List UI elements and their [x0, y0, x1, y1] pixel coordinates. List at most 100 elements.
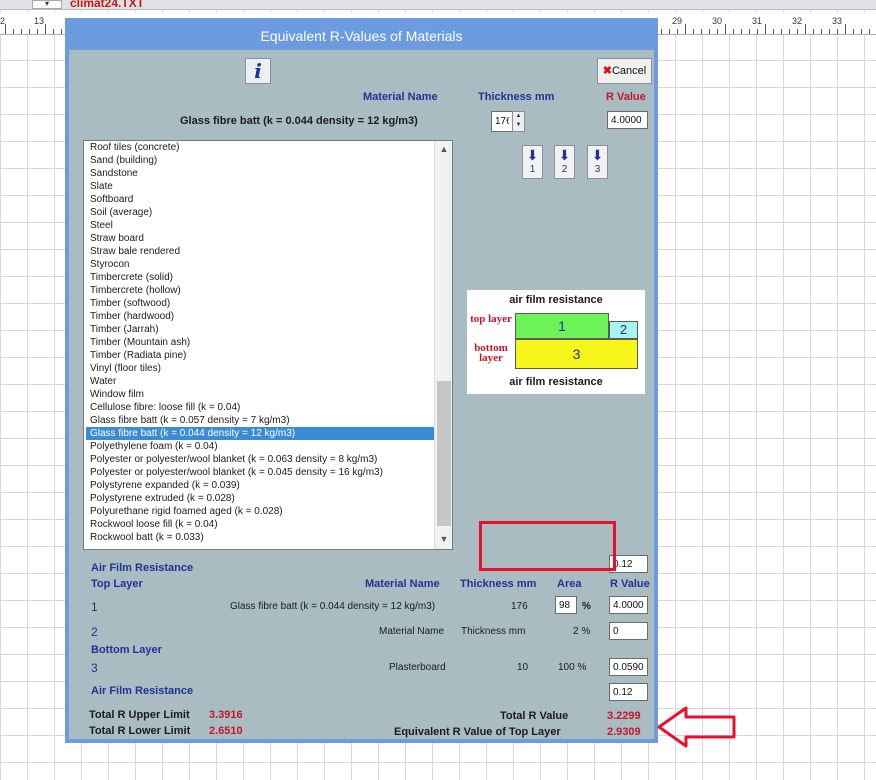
- highlight-box: [479, 521, 616, 571]
- row-1-r-value-input[interactable]: [609, 596, 648, 614]
- list-item[interactable]: Softboard: [86, 193, 434, 206]
- thickness-spinner[interactable]: ▲ ▼: [512, 111, 525, 132]
- diagram-bottom-caption: air film resistance: [509, 376, 603, 388]
- row-2-r-value-input[interactable]: [609, 622, 648, 640]
- info-button[interactable]: i: [245, 58, 271, 84]
- list-item[interactable]: Sandstone: [86, 167, 434, 180]
- air-film-top-label: Air Film Resistance: [91, 562, 194, 574]
- layer-2-button[interactable]: ⬇ 2: [554, 145, 575, 179]
- chevron-down-icon: ▾: [44, 0, 49, 8]
- materials-listbox[interactable]: Roof tiles (concrete) Sand (building) Sand…: [83, 140, 453, 550]
- row-1-material: Glass fibre batt (k = 0.044 density = 12…: [230, 601, 436, 612]
- spin-up-icon[interactable]: ▲: [513, 112, 524, 121]
- list-item[interactable]: Polyethylene foam (k = 0.04): [86, 440, 434, 453]
- spin-down-icon[interactable]: ▼: [513, 121, 524, 130]
- layer-button-label: 2: [561, 164, 568, 175]
- scroll-down-icon[interactable]: ▼: [435, 531, 452, 547]
- list-item[interactable]: Timber (Radiata pine): [86, 349, 434, 362]
- list-item[interactable]: Straw board: [86, 232, 434, 245]
- scroll-up-icon[interactable]: ▲: [435, 141, 452, 157]
- layer-3-button[interactable]: ⬇ 3: [587, 145, 608, 179]
- ruler-tick: [773, 29, 774, 34]
- list-item[interactable]: Cellulose fibre: loose fill (k = 0.04): [86, 401, 434, 414]
- list-item[interactable]: Sand (building): [86, 154, 434, 167]
- ruler-tick: [13, 29, 14, 34]
- total-upper-value: 3.3916: [209, 709, 243, 721]
- r-values-dialog: Equivalent R-Values of Materials i ✖Canc…: [65, 18, 658, 743]
- list-item[interactable]: Soil (average): [86, 206, 434, 219]
- diagram-box-3: 3: [515, 339, 638, 369]
- ruler-tick: [21, 29, 22, 34]
- list-item[interactable]: Polyester or polyester/wool blanket (k =…: [86, 466, 434, 479]
- row-3-r-value-input[interactable]: [609, 658, 648, 676]
- ruler-tick: [869, 29, 870, 34]
- row-1-thickness: 176: [511, 601, 528, 612]
- list-item[interactable]: Steel: [86, 219, 434, 232]
- ruler-tick: [789, 29, 790, 34]
- thickness-input[interactable]: [491, 111, 513, 132]
- scrollbar-thumb[interactable]: [437, 381, 451, 526]
- list-scrollbar[interactable]: ▲ ▼: [434, 141, 452, 549]
- dropdown-button[interactable]: ▾: [32, 0, 62, 9]
- ruler-tick: [669, 29, 670, 34]
- list-item[interactable]: Polyester or polyester/wool blanket (k =…: [86, 453, 434, 466]
- selected-material-name: Glass fibre batt (k = 0.044 density = 12…: [180, 115, 418, 127]
- red-arrow-annotation: [657, 706, 736, 748]
- list-item[interactable]: Polyurethane rigid foamed aged (k = 0.02…: [86, 505, 434, 518]
- list-item[interactable]: Styrocon: [86, 258, 434, 271]
- area-input[interactable]: [555, 596, 577, 614]
- list-item[interactable]: Timber (Jarrah): [86, 323, 434, 336]
- layer-1-button[interactable]: ⬇ 1: [522, 145, 543, 179]
- dialog-body: i ✖Cancel Material Name Thickness mm R V…: [69, 50, 654, 739]
- row-3-thickness: 10: [517, 662, 529, 673]
- area-percent: %: [582, 601, 591, 612]
- list-item[interactable]: Straw bale rendered: [86, 245, 434, 258]
- close-icon: ✖: [602, 65, 612, 77]
- ruler-tick: [861, 29, 862, 34]
- layer-diagram: air film resistance top layer bottom lay…: [467, 290, 645, 394]
- col-thickness: Thickness mm: [460, 578, 537, 590]
- ruler-tick: [813, 29, 814, 34]
- dialog-title: Equivalent R-Values of Materials: [69, 22, 654, 50]
- list-item[interactable]: Timbercrete (hollow): [86, 284, 434, 297]
- list-item[interactable]: Window film: [86, 388, 434, 401]
- list-item[interactable]: Vinyl (floor tiles): [86, 362, 434, 375]
- list-item[interactable]: Timbercrete (solid): [86, 271, 434, 284]
- app-toolbar: ▾ climat24.TXT: [0, 0, 876, 10]
- cancel-button[interactable]: ✖Cancel: [597, 58, 652, 84]
- diagram-top-caption: air film resistance: [509, 294, 603, 306]
- list-item[interactable]: Water: [86, 375, 434, 388]
- arrow-down-icon: ⬇: [526, 147, 539, 163]
- list-item[interactable]: Rockwool loose fill (k = 0.04): [86, 518, 434, 531]
- ruler-tick: [661, 29, 662, 34]
- diagram-box-1: 1: [515, 313, 609, 339]
- diagram-top-layer-label: top layer: [470, 313, 512, 325]
- layer-button-label: 3: [594, 164, 601, 175]
- list-item[interactable]: Glass fibre batt (k = 0.057 density = 7 …: [86, 414, 434, 427]
- ruler-tick: [781, 29, 782, 34]
- ruler-tick: [837, 29, 838, 34]
- list-item[interactable]: Roof tiles (concrete): [86, 141, 434, 154]
- list-item[interactable]: Glass fibre batt (k = 0.044 density = 12…: [86, 427, 434, 440]
- list-item[interactable]: Slate: [86, 180, 434, 193]
- arrow-down-icon: ⬇: [591, 147, 604, 163]
- air-film-bottom-input[interactable]: [609, 683, 648, 701]
- r-value-input[interactable]: [607, 111, 648, 129]
- list-item[interactable]: Rockwool batt (k = 0.033): [86, 531, 434, 544]
- header-thickness: Thickness mm: [478, 91, 555, 103]
- list-item[interactable]: Timber (softwood): [86, 297, 434, 310]
- ruler-number: 13: [34, 16, 45, 26]
- arrow-down-icon: ⬇: [558, 147, 571, 163]
- ruler-tick: [37, 29, 38, 34]
- ruler-tick: [29, 29, 30, 34]
- row-1-number: 1: [91, 600, 98, 614]
- list-item[interactable]: Timber (Mountain ash): [86, 336, 434, 349]
- list-item[interactable]: Polystyrene extruded (k = 0.028): [86, 492, 434, 505]
- list-item[interactable]: Timber (hardwood): [86, 310, 434, 323]
- air-film-bottom-label: Air Film Resistance: [91, 685, 194, 697]
- row-3-number: 3: [91, 661, 98, 675]
- ruler-tick: [701, 29, 702, 34]
- info-icon: i: [254, 59, 262, 83]
- list-item[interactable]: Polystyrene expanded (k = 0.039): [86, 479, 434, 492]
- row-2-material: Material Name: [379, 626, 445, 637]
